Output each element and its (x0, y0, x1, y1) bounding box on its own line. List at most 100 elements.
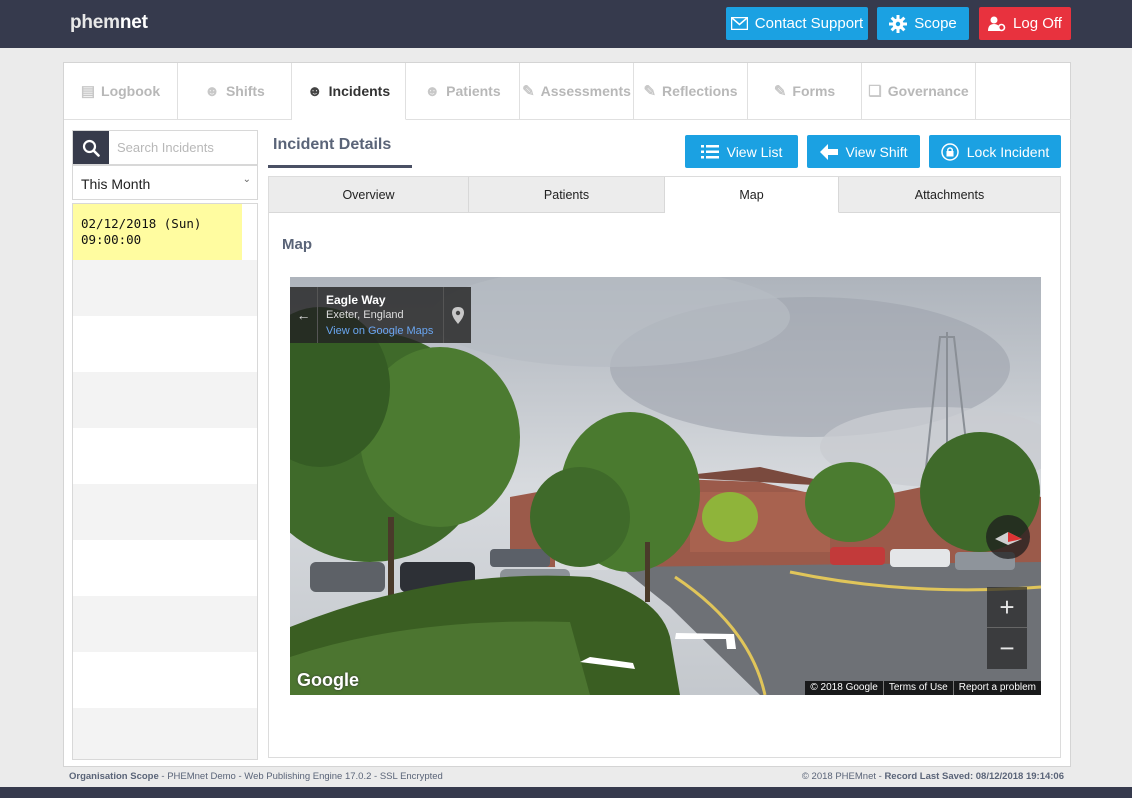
incident-list: 02/12/2018 (Sun) 09:00:00 (72, 203, 258, 760)
google-logo: Google (297, 670, 359, 690)
compass-icon[interactable] (986, 515, 1030, 559)
view-shift-button[interactable]: View Shift (807, 135, 920, 168)
user-gear-icon (988, 16, 1006, 31)
detail-panel: Overview Patients Map Attachments Map ← … (268, 176, 1061, 758)
location-infobox: ← Eagle Way Exeter, England View on Goog… (290, 287, 471, 343)
tab-forms[interactable]: ✎ Forms (748, 63, 862, 120)
tab-reflections[interactable]: ✎ Reflections (634, 63, 748, 120)
report-problem-link[interactable]: Report a problem (954, 681, 1041, 695)
sub-tabs: Overview Patients Map Attachments (269, 177, 1060, 213)
tab-assessments[interactable]: ✎ Assessments (520, 63, 634, 120)
list-item-empty (73, 708, 257, 759)
book-icon: ▤ (80, 83, 96, 100)
tab-map[interactable]: Map (665, 177, 839, 213)
list-item-empty (73, 372, 257, 428)
arrow-left-icon (819, 143, 838, 160)
tab-governance[interactable]: ❏ Governance (862, 63, 976, 120)
bottom-bar (0, 787, 1132, 798)
zoom-out-button[interactable]: − (987, 628, 1027, 669)
tab-incidents[interactable]: ☻ Incidents (292, 63, 406, 120)
footer-left: Organisation Scope - PHEMnet Demo - Web … (69, 771, 443, 782)
tab-label: Incidents (328, 83, 391, 99)
terms-of-use-link[interactable]: Terms of Use (884, 681, 954, 695)
contact-support-button[interactable]: Contact Support (726, 7, 868, 40)
tab-overview[interactable]: Overview (269, 177, 469, 213)
list-item-empty (73, 260, 257, 316)
tab-patients-sub[interactable]: Patients (469, 177, 665, 213)
tab-baseline (976, 119, 1071, 120)
incident-time: 09:00:00 (81, 232, 142, 247)
tab-shifts[interactable]: ☻ Shifts (178, 63, 292, 120)
map-pin-icon[interactable] (443, 287, 471, 343)
view-list-button[interactable]: View List (685, 135, 798, 168)
lock-icon (941, 142, 959, 161)
footer-engine-info: - PHEMnet Demo - Web Publishing Engine 1… (158, 771, 443, 782)
street-name: Eagle Way (326, 293, 386, 307)
top-bar: phemnet Contact Support Scope Log Off (0, 0, 1132, 48)
user-gear-icon: ☻ (424, 82, 441, 100)
user-edit-icon: ✎ (773, 83, 787, 100)
page-title: Incident Details (273, 136, 392, 153)
view-list-label: View List (726, 143, 783, 160)
tab-label: Governance (887, 83, 969, 99)
tab-logbook[interactable]: ▤ Logbook (64, 63, 178, 120)
tab-label: Logbook (101, 83, 161, 99)
user-edit-icon: ✎ (522, 83, 535, 100)
search-input[interactable] (109, 131, 257, 164)
chevron-down-icon: ⌄ (242, 174, 251, 185)
envelope-icon (730, 17, 748, 30)
logo-text-a: phem (70, 12, 120, 33)
tab-label: Shifts (225, 83, 265, 99)
tab-attachments[interactable]: Attachments (839, 177, 1060, 213)
list-item-empty (73, 316, 257, 372)
scope-button[interactable]: Scope (877, 7, 969, 40)
gear-icon (889, 14, 908, 33)
view-on-google-maps-link[interactable]: View on Google Maps (326, 325, 433, 337)
zoom-control: + − (987, 587, 1027, 669)
lock-incident-label: Lock Incident (966, 143, 1050, 160)
user-gear-icon: ☻ (204, 82, 220, 100)
search-button[interactable] (73, 131, 109, 164)
tab-label: Patients (446, 83, 501, 99)
scope-label: Scope (914, 15, 957, 32)
main-card: ▤ Logbook ☻ Shifts ☻ Incidents ☻ Patients ✎ A… (63, 62, 1071, 767)
logo-text-b: net (119, 12, 148, 33)
log-off-label: Log Off (1013, 15, 1062, 32)
list-item-empty (73, 484, 257, 540)
street-view[interactable]: ← Eagle Way Exeter, England View on Goog… (290, 277, 1041, 695)
map-credits: © 2018 Google Terms of Use Report a prob… (805, 681, 1041, 695)
title-underline (268, 165, 412, 168)
list-item-empty (73, 540, 257, 596)
log-off-button[interactable]: Log Off (979, 7, 1071, 40)
list-item-empty (73, 596, 257, 652)
list-item[interactable]: 02/12/2018 (Sun) 09:00:00 (73, 204, 242, 260)
list-item-empty (73, 652, 257, 708)
documents-icon: ❏ (868, 83, 882, 100)
search-box (72, 130, 258, 165)
city-name: Exeter, England (326, 309, 404, 321)
list-item-empty (73, 428, 257, 484)
app-logo[interactable]: phemnet (70, 12, 148, 34)
period-value: This Month (81, 176, 151, 192)
contact-support-label: Contact Support (754, 15, 864, 32)
main-tabs: ▤ Logbook ☻ Shifts ☻ Incidents ☻ Patients ✎ A… (64, 63, 976, 120)
incident-date: 02/12/2018 (Sun) (81, 216, 202, 231)
footer-last-saved: Record Last Saved: 08/12/2018 19:14:06 (884, 771, 1064, 782)
tab-patients[interactable]: ☻ Patients (406, 63, 520, 120)
section-title: Map (282, 236, 312, 253)
tab-label: Assessments (540, 83, 631, 99)
lock-incident-button[interactable]: Lock Incident (929, 135, 1061, 168)
user-gear-icon: ☻ (306, 82, 323, 100)
zoom-in-button[interactable]: + (987, 587, 1027, 628)
period-select[interactable]: This Month ⌄ (72, 165, 258, 200)
search-icon (82, 139, 100, 157)
arrow-left-icon[interactable]: ← (290, 287, 318, 343)
footer-scope-label: Organisation Scope (69, 771, 159, 782)
footer-copyright: © 2018 PHEMnet - (801, 771, 885, 782)
copyright-text: © 2018 Google (805, 681, 884, 695)
tab-label: Forms (792, 83, 836, 99)
view-shift-label: View Shift (845, 143, 908, 160)
tab-label: Reflections (662, 83, 738, 99)
list-icon (700, 144, 719, 158)
footer-right: © 2018 PHEMnet - Record Last Saved: 08/1… (802, 771, 1064, 782)
